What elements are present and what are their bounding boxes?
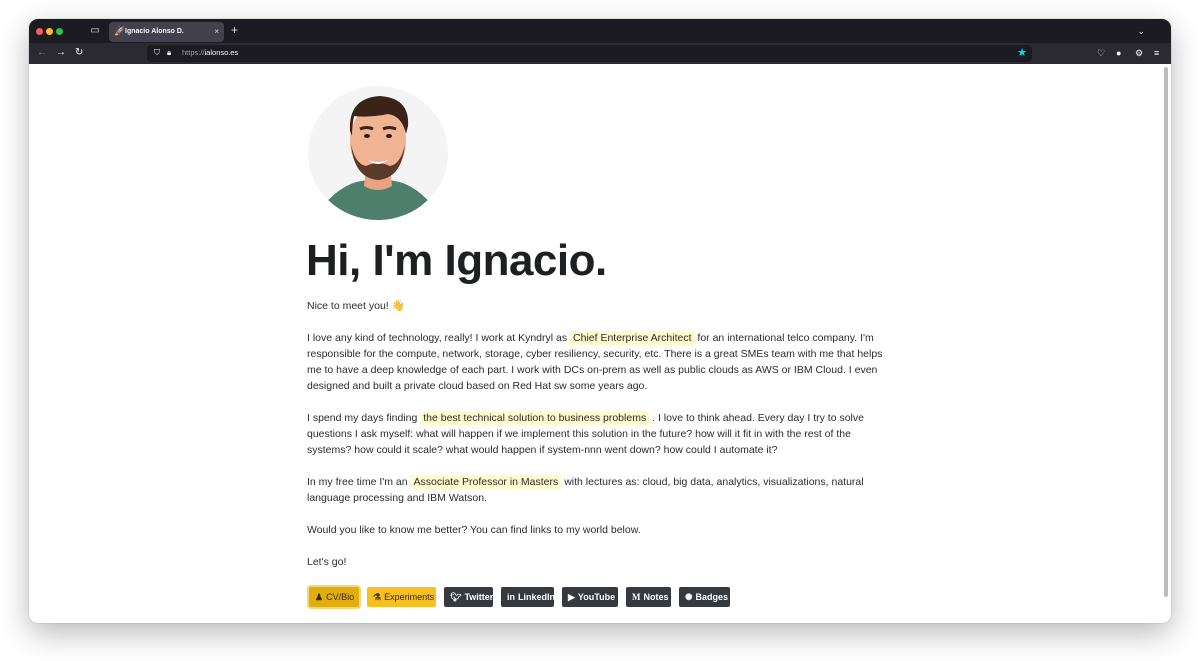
pocket-icon[interactable]: ♡ xyxy=(1097,47,1105,59)
paragraph-free-time: In my free time I'm an Associate Profess… xyxy=(307,475,864,504)
badge-icon: ✺ xyxy=(685,592,693,602)
linkedin-icon: in xyxy=(507,592,515,602)
linkedin-button[interactable]: in LinkedIn xyxy=(501,587,555,607)
medium-icon: M xyxy=(632,592,641,602)
intro-text: Nice to meet you! 👋 I love any kind of t… xyxy=(307,298,887,586)
tab-active[interactable]: 🚀 Ignacio Alonso D. × xyxy=(109,22,224,42)
paragraph-greeting: Nice to meet you! 👋 xyxy=(307,300,405,312)
youtube-icon: ▶ xyxy=(568,592,575,602)
highlight-solutions: the best technical solution to business … xyxy=(420,411,650,425)
paragraph-links: Would you like to know me better? You ca… xyxy=(307,524,641,536)
paragraph-lets-go: Let's go! xyxy=(307,556,347,568)
highlight-professor: Associate Professor in Masters xyxy=(410,475,562,489)
tab-close-button[interactable]: × xyxy=(214,26,219,38)
cv-bio-button[interactable]: ♟ CV/Bio xyxy=(309,587,359,607)
browser-window: ▭ 🚀 Ignacio Alonso D. × + ⌄ ← → ↻ ⛉ 🔒︎ h… xyxy=(29,19,1171,623)
avatar xyxy=(308,86,448,220)
flask-icon: ⚗ xyxy=(373,592,382,602)
twitter-icon: 🐦︎ xyxy=(450,592,462,602)
new-tab-button[interactable]: + xyxy=(231,24,238,36)
url-bar[interactable]: ⛉ 🔒︎ https://ialonso.es ★ xyxy=(147,45,1032,62)
twitter-button[interactable]: 🐦︎ Twitter xyxy=(444,587,493,607)
maximize-window-button[interactable] xyxy=(56,28,63,35)
tab-overview-icon[interactable]: ▭ xyxy=(89,25,101,37)
close-window-button[interactable] xyxy=(36,28,43,35)
url-text[interactable]: https://ialonso.es xyxy=(182,47,238,59)
highlight-role: Chief Enterprise Architect xyxy=(570,331,695,345)
experiments-button[interactable]: ⚗ Experiments xyxy=(367,587,436,607)
reload-icon[interactable]: ↻ xyxy=(75,46,83,60)
paragraph-work: I love any kind of technology, really! I… xyxy=(307,331,883,392)
tab-title: Ignacio Alonso D. xyxy=(125,28,184,35)
bookmark-star-icon[interactable]: ★ xyxy=(1017,46,1027,60)
person-icon: ♟ xyxy=(315,592,324,602)
page-title: Hi, I'm Ignacio. xyxy=(306,236,607,285)
youtube-button[interactable]: ▶ YouTube xyxy=(562,587,618,607)
forward-arrow-icon[interactable]: → xyxy=(56,46,66,60)
page-scrollbar[interactable] xyxy=(1164,67,1168,597)
nav-bar: ← → ↻ ⛉ 🔒︎ https://ialonso.es ★ ♡ ● ⚙ ≡ xyxy=(29,43,1171,64)
shield-icon[interactable]: ⛉ xyxy=(154,47,160,59)
badges-button[interactable]: ✺ Badges xyxy=(679,587,730,607)
extensions-icon[interactable]: ⚙ xyxy=(1135,47,1143,59)
lock-icon[interactable]: 🔒︎ xyxy=(167,47,171,59)
menu-icon[interactable]: ≡ xyxy=(1154,47,1159,59)
paragraph-days: I spend my days finding the best technic… xyxy=(307,411,864,456)
account-icon[interactable]: ● xyxy=(1116,47,1121,59)
chevron-down-icon[interactable]: ⌄ xyxy=(1137,25,1145,37)
tab-bar: ▭ 🚀 Ignacio Alonso D. × + ⌄ xyxy=(29,19,1171,43)
notes-button[interactable]: M Notes xyxy=(626,587,671,607)
minimize-window-button[interactable] xyxy=(46,28,53,35)
rocket-favicon-icon: 🚀 xyxy=(114,26,126,36)
page-content: Hi, I'm Ignacio. Nice to meet you! 👋 I l… xyxy=(29,64,1171,623)
back-arrow-icon[interactable]: ← xyxy=(37,46,47,60)
